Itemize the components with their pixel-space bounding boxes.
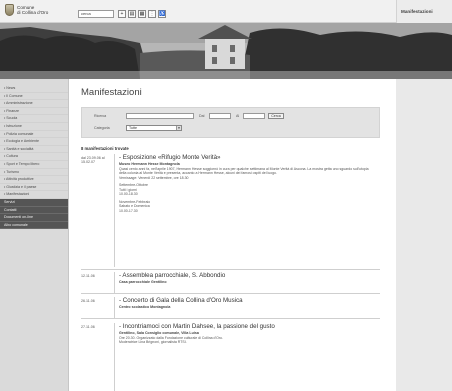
event-date: 12.11.06 [81,274,95,278]
date-to-label: Al [236,114,240,118]
event-item: 12.11.06 - Assemblea parrocchiale, S. Ab… [81,272,380,294]
sidebar-item[interactable]: Servizi [0,198,68,207]
accessibility-icon[interactable]: ♿ [158,10,166,18]
search-input[interactable]: cerca [78,10,114,18]
section-label: Manifestazioni [401,9,433,14]
header-banner-photo [0,23,452,79]
zoom-in-icon[interactable]: + [118,10,126,18]
search-filter-panel: Ricerca Dal Al Cerca Categoria Tutte ▼ [81,107,380,138]
sidebar-item[interactable]: • Giustizia e il paese [0,184,68,192]
chevron-down-icon: ▼ [176,126,181,130]
category-select[interactable]: Tutte ▼ [126,125,182,131]
event-description: Quasi cento anni fa, nell'aprile 1907, H… [119,166,369,176]
event-body: - Assemblea parrocchiale, S. Abbondio Ca… [114,272,376,293]
event-item: 27.11.06 - Incontriamoci con Martin Dahs… [81,323,380,391]
date-to-input[interactable] [243,113,265,119]
event-body: - Concerto di Gala della Collina d'Oro M… [114,297,376,318]
sidebar-item[interactable]: • Il Comune [0,93,68,101]
sidebar-item[interactable]: • Finanze [0,108,68,116]
print-icon[interactable]: ▤ [128,10,136,18]
sidebar-item[interactable]: • Sport e Tempo libero [0,161,68,169]
keyword-input[interactable] [126,113,194,119]
event-moderator: Moderatrice Lina Brignoni, giornalista R… [119,340,187,345]
date-from-label: Dal [199,114,205,118]
event-title[interactable]: - Incontriamoci con Martin Dahsee, la pa… [119,323,376,331]
event-body: - Incontriamoci con Martin Dahsee, la pa… [114,323,376,391]
top-header: Comune di Collina d'Oro cerca + ▤ ▦ ⋮ ♿ … [0,0,452,23]
municipality-line-2: di Collina d'Oro [17,10,49,15]
village-photo [0,23,452,79]
sidebar-item[interactable]: • Ecologia e Ambiente [0,138,68,146]
sidebar-item[interactable]: • Cultura [0,153,68,161]
category-label: Categoria [94,126,110,130]
event-date: dal 23.09.06 al 15.02.07 [81,156,105,165]
sidebar-menu: • News • Il Comune • Amministrazione • Fina… [0,79,68,230]
sidebar-item[interactable]: Contatti [0,206,68,215]
event-title[interactable]: - Assemblea parrocchiale, S. Abbondio [119,272,376,280]
event-body: - Esposizione «Rifugio Monte Verità» Mus… [114,154,376,267]
sidebar-item[interactable]: • Sanità e socialità [0,146,68,154]
sidebar-item[interactable]: • Manifestazioni [0,191,68,199]
category-select-value: Tutte [129,126,138,130]
sidebar-item[interactable]: Albo comunale [0,221,68,230]
sidebar-item[interactable]: • Scuola [0,115,68,123]
sitemap-icon[interactable]: ⋮ [148,10,156,18]
sidebar-item[interactable]: • News [0,85,68,93]
results-count: 8 manifestazioni trovate [81,146,129,151]
event-location: Centro scolastico Montagnola [119,305,171,309]
page-title: Manifestazioni [81,87,142,98]
event-item: 26.11.06 - Concerto di Gala della Collin… [81,297,380,319]
event-hours-time-2: 10.00-17.30 [119,208,138,213]
main-content: Manifestazioni Ricerca Dal Al Cerca Cate… [69,79,396,391]
sidebar-item[interactable]: • Attività produttive [0,176,68,184]
site-logo[interactable]: Comune di Collina d'Oro [5,4,48,16]
sidebar-item[interactable]: Documenti on-line [0,214,68,222]
event-title[interactable]: - Esposizione «Rifugio Monte Verità» [119,154,376,162]
right-margin [396,79,452,391]
event-title[interactable]: - Concerto di Gala della Collina d'Oro M… [119,297,376,305]
search-label: Ricerca [94,114,107,118]
sidebar-item[interactable]: • Amministrazione [0,100,68,108]
event-date: 27.11.06 [81,325,95,329]
sidebar-nav: • News • Il Comune • Amministrazione • Fina… [0,79,69,391]
event-location: Casa parrocchiale Gentilino [119,280,167,284]
date-from-input[interactable] [209,113,231,119]
search-button[interactable]: Cerca [268,113,284,119]
municipality-name: Comune di Collina d'Oro [17,5,48,15]
sidebar-item[interactable]: • Polizia comunale [0,131,68,139]
event-item: dal 23.09.06 al 15.02.07 - Esposizione «… [81,154,380,270]
section-label-box: Manifestazioni [396,0,452,23]
sidebar-item[interactable]: • Turismo [0,169,68,177]
sidebar-item[interactable]: • Istruzione [0,123,68,131]
event-date: 26.11.06 [81,299,95,303]
coat-of-arms-icon [5,4,14,16]
image-icon[interactable]: ▦ [138,10,146,18]
